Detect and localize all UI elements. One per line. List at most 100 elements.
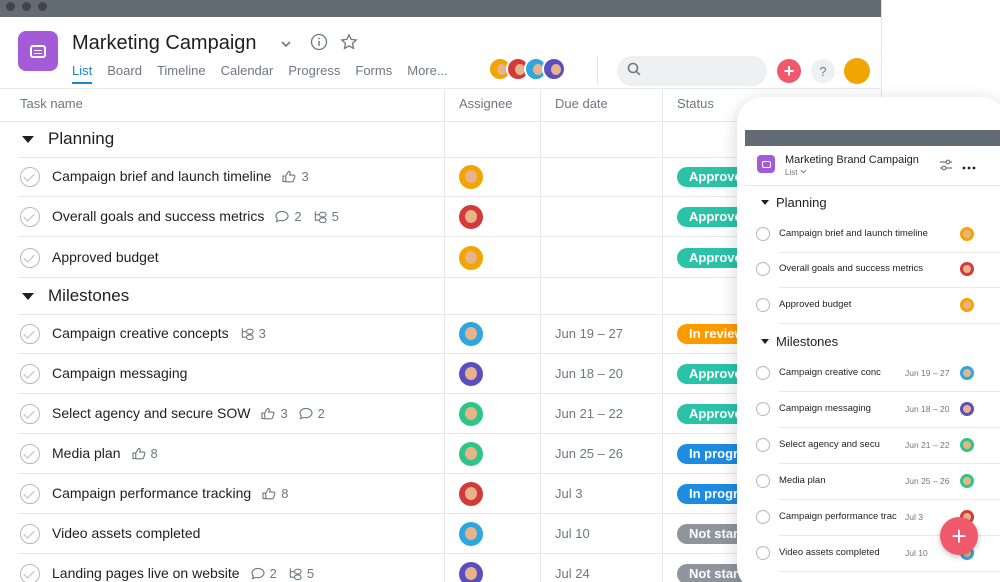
caret-down-icon[interactable] bbox=[761, 200, 769, 205]
due-date[interactable]: Jun 25 – 26 bbox=[555, 446, 623, 461]
task-name[interactable]: Approved budget bbox=[779, 299, 939, 310]
due-date[interactable]: Jun 21 – 22 bbox=[555, 406, 623, 421]
star-icon[interactable] bbox=[340, 33, 358, 54]
task-name[interactable]: Video assets completed bbox=[779, 547, 897, 558]
caret-down-icon[interactable] bbox=[22, 292, 34, 300]
subtasks-count[interactable]: 5 bbox=[312, 209, 339, 224]
likes-count[interactable]: 8 bbox=[131, 446, 158, 461]
window-close-dot[interactable] bbox=[6, 2, 15, 11]
window-zoom-dot[interactable] bbox=[38, 2, 47, 11]
list-item[interactable]: Approved budget bbox=[737, 288, 1000, 324]
checkmark-icon[interactable] bbox=[20, 324, 40, 344]
tab-timeline[interactable]: Timeline bbox=[157, 63, 206, 84]
due-date[interactable]: Jul 24 bbox=[555, 566, 590, 581]
due-date[interactable]: Jul 3 bbox=[905, 512, 923, 522]
avatar[interactable] bbox=[960, 366, 974, 380]
caret-down-icon[interactable] bbox=[22, 135, 34, 143]
task-name[interactable]: Campaign performance tracking 8 bbox=[52, 485, 288, 501]
task-name[interactable]: Select agency and secure SOW 3 2 bbox=[52, 405, 325, 421]
list-item[interactable]: Select agency and secu Jun 21 – 22 bbox=[737, 428, 1000, 464]
checkmark-icon[interactable] bbox=[20, 404, 40, 424]
tab-more[interactable]: More... bbox=[407, 63, 447, 84]
due-date[interactable]: Jun 21 – 22 bbox=[905, 440, 949, 450]
avatar[interactable] bbox=[459, 205, 483, 229]
avatar[interactable] bbox=[960, 474, 974, 488]
tab-board[interactable]: Board bbox=[107, 63, 142, 84]
mobile-section-planning[interactable]: Planning bbox=[761, 195, 827, 210]
task-name[interactable]: Video assets completed bbox=[52, 525, 200, 541]
checkmark-icon[interactable] bbox=[756, 366, 770, 380]
user-avatar[interactable] bbox=[844, 58, 870, 84]
task-name[interactable]: Campaign creative concepts 3 bbox=[52, 325, 266, 341]
avatar[interactable] bbox=[459, 522, 483, 546]
mobile-view-switcher[interactable]: List bbox=[785, 168, 807, 177]
due-date[interactable]: Jul 10 bbox=[555, 526, 590, 541]
list-item[interactable]: Campaign creative conc Jun 19 – 27 bbox=[737, 356, 1000, 392]
avatar[interactable] bbox=[960, 438, 974, 452]
due-date[interactable]: Jun 19 – 27 bbox=[905, 368, 949, 378]
avatar[interactable] bbox=[459, 362, 483, 386]
checkmark-icon[interactable] bbox=[20, 364, 40, 384]
checkmark-icon[interactable] bbox=[756, 262, 770, 276]
checkmark-icon[interactable] bbox=[20, 207, 40, 227]
checkmark-icon[interactable] bbox=[756, 298, 770, 312]
task-name[interactable]: Campaign messaging bbox=[779, 403, 897, 414]
more-icon[interactable] bbox=[961, 159, 977, 177]
avatar[interactable] bbox=[459, 442, 483, 466]
likes-count[interactable]: 8 bbox=[261, 486, 288, 501]
avatar[interactable] bbox=[960, 262, 974, 276]
section-planning[interactable]: Planning bbox=[22, 129, 114, 149]
checkmark-icon[interactable] bbox=[20, 524, 40, 544]
checkmark-icon[interactable] bbox=[20, 248, 40, 268]
list-item[interactable]: Campaign messaging Jun 18 – 20 bbox=[737, 392, 1000, 428]
task-name[interactable]: Overall goals and success metrics bbox=[779, 263, 939, 274]
task-name[interactable]: Campaign creative conc bbox=[779, 367, 897, 378]
task-name[interactable]: Approved budget bbox=[52, 249, 159, 265]
comments-count[interactable]: 2 bbox=[274, 209, 302, 224]
section-milestones[interactable]: Milestones bbox=[22, 286, 129, 306]
task-name[interactable]: Campaign messaging bbox=[52, 365, 187, 381]
tab-progress[interactable]: Progress bbox=[288, 63, 340, 84]
task-name[interactable]: Select agency and secu bbox=[779, 439, 897, 450]
avatar[interactable] bbox=[459, 165, 483, 189]
checkmark-icon[interactable] bbox=[756, 227, 770, 241]
checkmark-icon[interactable] bbox=[20, 444, 40, 464]
chevron-down-icon[interactable] bbox=[280, 37, 292, 53]
filter-icon[interactable] bbox=[939, 158, 953, 176]
checkmark-icon[interactable] bbox=[756, 474, 770, 488]
task-name[interactable]: Campaign performance track bbox=[779, 511, 897, 522]
avatar[interactable] bbox=[960, 402, 974, 416]
comments-count[interactable]: 2 bbox=[250, 566, 277, 581]
avatar[interactable] bbox=[960, 298, 974, 312]
likes-count[interactable]: 3 bbox=[281, 169, 309, 184]
due-date[interactable]: Jul 10 bbox=[905, 548, 928, 558]
checkmark-icon[interactable] bbox=[20, 167, 40, 187]
help-button[interactable]: ? bbox=[811, 59, 835, 83]
avatar[interactable] bbox=[960, 227, 974, 241]
checkmark-icon[interactable] bbox=[20, 484, 40, 504]
tab-forms[interactable]: Forms bbox=[355, 63, 392, 84]
tab-calendar[interactable]: Calendar bbox=[221, 63, 274, 84]
column-header-status[interactable]: Status bbox=[677, 90, 714, 122]
subtasks-count[interactable]: 3 bbox=[239, 326, 266, 341]
due-date[interactable]: Jun 19 – 27 bbox=[555, 326, 623, 341]
list-item[interactable]: Overall goals and success metrics bbox=[737, 252, 1000, 288]
list-item[interactable]: Media plan Jun 25 – 26 bbox=[737, 464, 1000, 500]
comments-count[interactable]: 2 bbox=[298, 406, 325, 421]
task-name[interactable]: Campaign brief and launch timeline 3 bbox=[52, 168, 309, 184]
checkmark-icon[interactable] bbox=[756, 402, 770, 416]
task-name[interactable]: Overall goals and success metrics 2 5 bbox=[52, 208, 339, 224]
avatar[interactable] bbox=[459, 246, 483, 270]
avatar[interactable] bbox=[459, 322, 483, 346]
subtasks-count[interactable]: 5 bbox=[287, 566, 314, 581]
due-date[interactable]: Jun 18 – 20 bbox=[905, 404, 949, 414]
mobile-section-milestones[interactable]: Milestones bbox=[761, 334, 838, 349]
checkmark-icon[interactable] bbox=[756, 438, 770, 452]
task-name[interactable]: Campaign brief and launch timeline bbox=[779, 228, 939, 239]
project-members[interactable] bbox=[488, 57, 566, 81]
column-header-task[interactable]: Task name bbox=[20, 90, 83, 122]
task-name[interactable]: Media plan 8 bbox=[52, 445, 158, 461]
avatar[interactable] bbox=[459, 482, 483, 506]
task-name[interactable]: Media plan bbox=[779, 475, 897, 486]
task-name[interactable]: Landing pages live on website 2 5 bbox=[52, 565, 314, 581]
